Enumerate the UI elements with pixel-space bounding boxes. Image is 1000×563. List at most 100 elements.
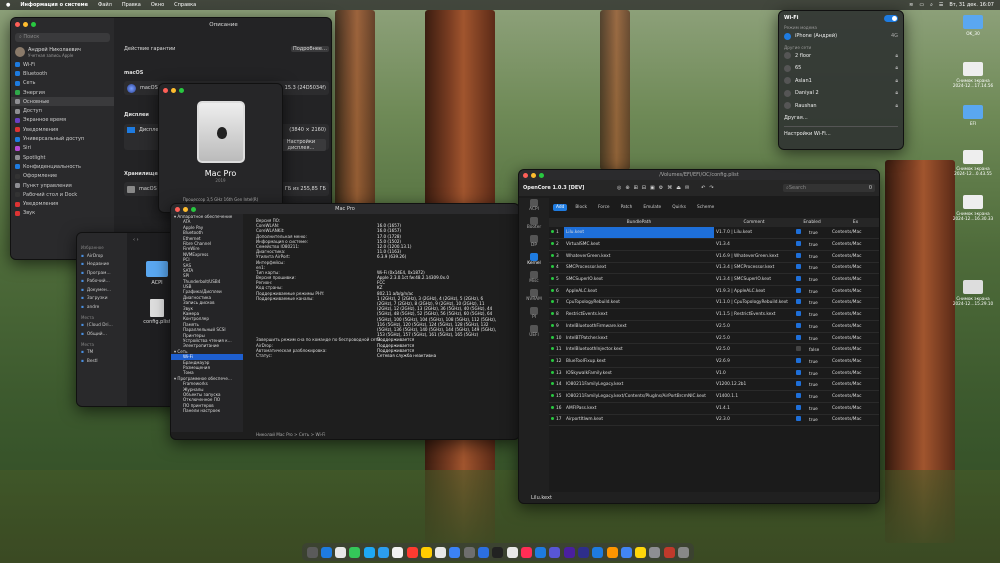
table-row[interactable]: 5 SMCSuperIO.kext V1.3.4 | SMCSuperIO.kext… [549,273,879,286]
executable-cell[interactable]: Contents/Mac [830,390,879,403]
dock-app-icon[interactable] [306,546,318,558]
toolbar-icon[interactable]: ⚙ [659,185,663,191]
dock-app-icon[interactable] [506,546,518,558]
enabled-cell[interactable]: false [794,343,830,357]
dock-app-icon[interactable] [649,546,661,558]
sidebar-item[interactable]: Конфиденциальность [11,162,114,171]
close-button[interactable] [15,22,20,27]
table-row[interactable]: 8 RestrictEvents.kext V1.1.5 | RestrictEve… [549,308,879,321]
table-row[interactable]: 14 IO80211FamilyLegacy.kext V1200.12.2b1 tr… [549,378,879,392]
dock-app-icon[interactable] [463,546,475,558]
dock-app-icon[interactable] [549,546,561,558]
toolbar-icon[interactable]: ▣ [650,185,655,191]
finder-sidebar-item[interactable]: ▪ Рабочий… [77,278,127,287]
account-row[interactable]: Андрей Николаевич Учетная запись Apple [11,44,114,60]
enabled-cell[interactable]: true [794,320,830,333]
dock-app-icon[interactable] [663,546,675,558]
wifi-toggle[interactable] [884,14,898,22]
toolbar-icon[interactable]: ✉ [685,185,689,191]
bundle-path-cell[interactable]: WhateverGreen.kext [564,250,714,263]
enabled-checkbox[interactable] [796,311,801,317]
minimize-button[interactable] [183,207,188,212]
dock-app-icon[interactable] [492,546,504,558]
column-executable[interactable]: Ex [830,218,879,227]
bundle-path-cell[interactable]: RestrictEvents.kext [564,308,714,321]
zoom-button[interactable] [179,88,184,93]
dock-app-icon[interactable] [363,546,375,558]
bundle-path-cell[interactable]: AMFIPass.kext [564,402,714,415]
minimize-button[interactable] [23,22,28,27]
table-row[interactable]: 11 IntelBluetoothInjector.kext V2.5.0 false… [549,343,879,357]
finder-sidebar-item[interactable]: ▪ Недавние [77,261,127,270]
comment-cell[interactable]: V1.4.1 [714,402,794,415]
column-bundlepath[interactable]: BundlePath [564,218,714,227]
enabled-checkbox[interactable] [796,264,801,270]
comment-cell[interactable]: V1400.1.1 [714,390,794,403]
comment-cell[interactable]: V1.1.5 | RestrictEvents.kext [714,308,794,321]
dock-app-icon[interactable] [392,546,404,558]
tab-force[interactable]: Force [595,204,613,211]
enabled-cell[interactable]: true [794,273,830,286]
nav-item-dp[interactable]: DP [519,234,549,252]
dock-app-icon[interactable] [577,546,589,558]
toolbar-icon[interactable]: ⌘ [667,185,672,191]
sidebar-item[interactable]: Энергия [11,88,114,97]
enabled-checkbox[interactable] [796,334,801,340]
table-row[interactable]: 2 VirtualSMC.kext V1.3.4 true Contents/Mac [549,238,879,251]
comment-cell[interactable]: V2.5.0 [714,332,794,345]
enabled-checkbox[interactable] [796,357,801,363]
bundle-path-cell[interactable]: IO80211FamilyLegacy.kext/Contents/PlugIn… [564,390,714,403]
dock-app-icon[interactable] [406,546,418,558]
menu-help[interactable]: Справка [174,2,196,8]
sidebar-item[interactable]: Siri [11,144,114,153]
comment-cell[interactable]: V1.7.0 | Lilu.kext [714,227,794,240]
close-button[interactable] [163,88,168,93]
comment-cell[interactable]: V1.0 [714,367,794,380]
desktop-item[interactable]: EFI [950,105,996,126]
enabled-checkbox[interactable] [796,381,801,387]
toolbar-icon[interactable]: ⏏ [676,185,681,191]
enabled-cell[interactable]: true [794,402,830,415]
column-comment[interactable]: Comment [714,218,794,227]
network-item[interactable]: Daniyal 2 🔒︎ [779,87,903,100]
enabled-checkbox[interactable] [796,346,801,352]
bundle-path-cell[interactable]: VirtualSMC.kext [564,238,714,251]
executable-cell[interactable]: Contents/Mac [830,414,879,427]
close-button[interactable] [175,207,180,212]
comment-cell[interactable]: V1.3.4 [714,238,794,251]
enabled-checkbox[interactable] [796,392,801,398]
table-row[interactable]: 1 Lilu.kext V1.7.0 | Lilu.kext true Contents… [549,227,879,240]
enabled-cell[interactable]: true [794,308,830,321]
sidebar-item[interactable]: Основные [11,97,114,107]
comment-cell[interactable]: V2.6.9 [714,355,794,368]
desktop-item[interactable]: Снимок экрана 2024-12…16.30.33 [950,195,996,221]
enabled-checkbox[interactable] [796,416,801,422]
finder-sidebar-item[interactable]: ▪ AirDrop [77,252,127,261]
toolbar-icon[interactable]: ⊕ [625,185,629,191]
table-row[interactable]: 4 SMCProcessor.kext V1.3.4 | SMCProcessor.… [549,262,879,275]
dock-app-icon[interactable] [349,546,361,558]
executable-cell[interactable]: Contents/Mac [830,402,879,415]
network-item[interactable]: 2 floor 🔒︎ [779,50,903,63]
zoom-button[interactable] [31,22,36,27]
search-field[interactable]: ⌕ Поиск [15,33,110,42]
finder-sidebar-item[interactable]: ▪ TM [77,349,127,358]
desktop-item[interactable]: Снимок экрана 2024-12…17.14.56 [950,62,996,88]
enabled-checkbox[interactable] [796,229,801,235]
executable-cell[interactable]: Contents/Mac [830,343,879,357]
network-item[interactable]: Aslan1 🔒︎ [779,75,903,88]
tree-item[interactable]: ▾ Аппаратное обеспечение [171,214,243,219]
table-row[interactable]: 17 AirportItlwm.kext V2.3.0 true Contents/Ma… [549,414,879,427]
nav-item-acpi[interactable]: ACPI [519,198,549,216]
nav-item-pi[interactable]: PI [519,306,549,324]
enabled-checkbox[interactable] [796,252,801,258]
details-button[interactable]: Подробнее… [290,46,329,52]
bundle-path-cell[interactable]: CpuTopologyRebuild.kext [564,297,714,310]
toolbar-icon[interactable]: ◎ [617,185,621,191]
comment-cell[interactable]: V1.3.4 | SMCSuperIO.kext [714,273,794,286]
desktop-item[interactable]: Снимок экрана 2024-12…15.29.10 [950,280,996,306]
comment-cell[interactable]: V1.6.9 | WhateverGreen.kext [714,250,794,263]
table-row[interactable]: 7 CpuTopologyRebuild.kext V1.1.0 | CpuTopo… [549,297,879,310]
table-row[interactable]: 10 IntelBTPatcher.kext V2.5.0 true Contents/… [549,332,879,345]
tree-item[interactable]: Панели настроек [171,408,243,413]
